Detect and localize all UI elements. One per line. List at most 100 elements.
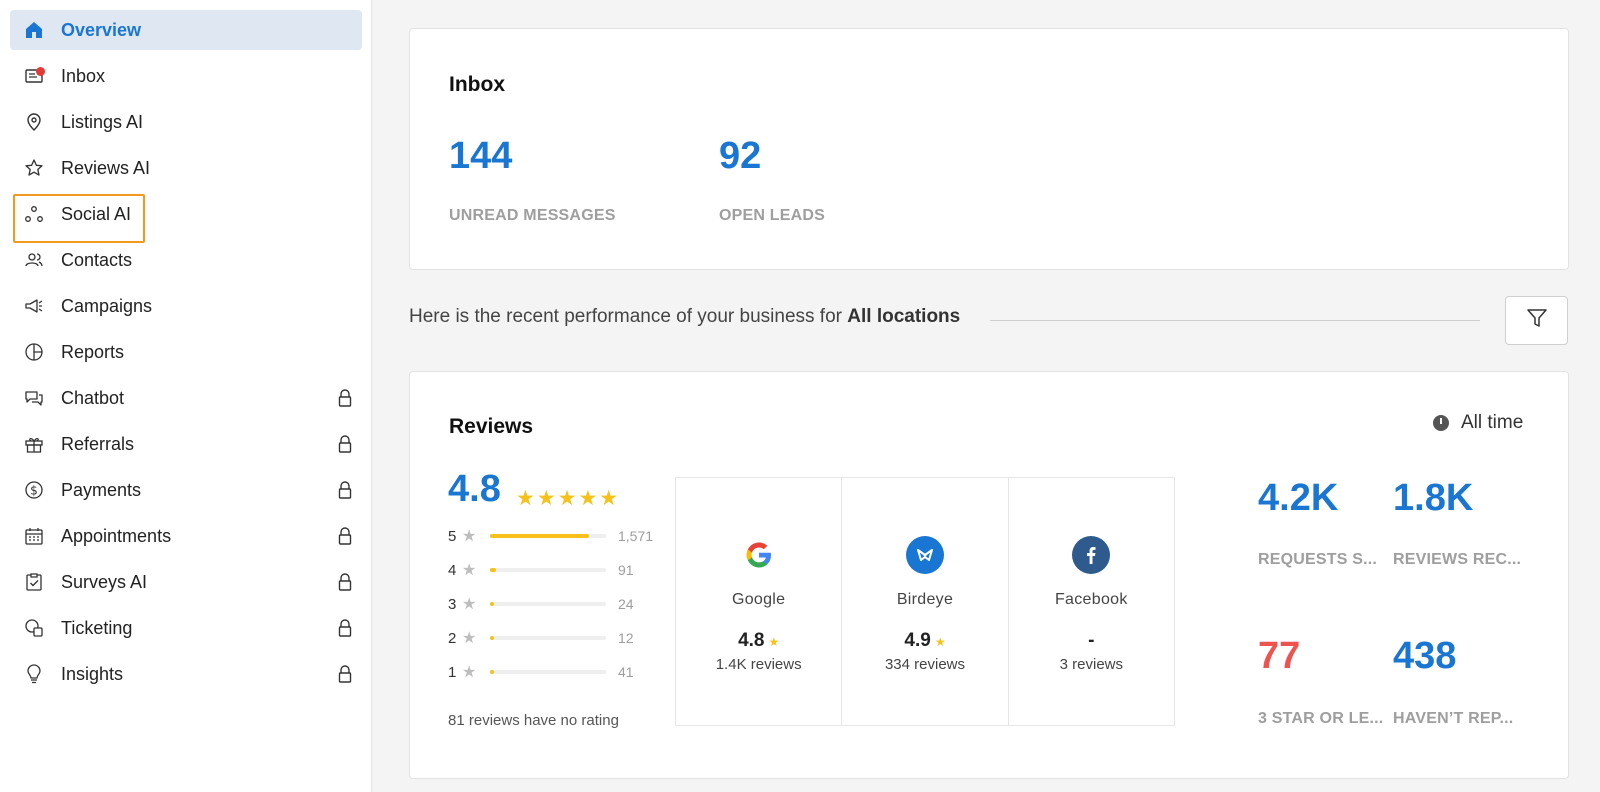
star-icon: ★ — [462, 664, 477, 681]
clock-icon — [1433, 415, 1449, 431]
sidebar-item-label: Reviews AI — [61, 158, 151, 178]
filter-button[interactable] — [1505, 296, 1568, 345]
lock-icon — [338, 619, 352, 637]
star-icon: ★ — [462, 528, 477, 545]
source-facebook[interactable]: Facebook - 3 reviews — [1009, 478, 1174, 725]
requests-sent-count[interactable]: 4.2K — [1258, 477, 1338, 520]
histogram-row: 3 ★ 24 — [448, 594, 658, 614]
source-review-count: 1.4K reviews — [715, 656, 802, 673]
reviews-received-count[interactable]: 1.8K — [1393, 477, 1473, 520]
sidebar-item-label: Appointments — [61, 526, 172, 546]
sidebar-item-contacts[interactable]: Contacts — [10, 240, 362, 280]
histogram-bar — [490, 602, 494, 606]
sidebar-item-appointments[interactable]: Appointments — [10, 516, 362, 556]
sidebar-item-label: Listings AI — [61, 112, 144, 132]
histogram-row: 5 ★ 1,571 — [448, 526, 658, 546]
time-filter-label: All time — [1461, 412, 1524, 433]
chat-bubbles-icon — [24, 388, 44, 408]
histogram-row: 1 ★ 41 — [448, 662, 658, 682]
lock-icon — [338, 665, 352, 683]
facebook-icon — [1072, 536, 1111, 574]
source-birdeye[interactable]: Birdeye 4.9 ★ 334 reviews — [842, 478, 1009, 725]
location-selector[interactable]: All locations — [847, 306, 960, 327]
star-level: 2 — [448, 630, 457, 647]
sidebar-item-reports[interactable]: Reports — [10, 332, 362, 372]
calendar-icon — [24, 526, 44, 546]
sidebar-item-overview[interactable]: Overview — [10, 10, 362, 50]
unread-messages-count[interactable]: 144 — [449, 135, 512, 178]
star-icon — [24, 158, 44, 178]
star-icon: ★ — [934, 635, 946, 649]
source-review-count: 3 reviews — [1059, 656, 1123, 673]
star-count: 91 — [618, 562, 634, 578]
sidebar-item-label: Insights — [61, 664, 124, 684]
sidebar-item-referrals[interactable]: Referrals — [10, 424, 362, 464]
star-level: 3 — [448, 596, 457, 613]
histogram-track — [490, 636, 606, 640]
histogram-bar — [490, 534, 589, 538]
sidebar-item-label: Reports — [61, 342, 125, 362]
histogram-row: 2 ★ 12 — [448, 628, 658, 648]
inbox-card: Inbox 144 UNREAD MESSAGES 92 OPEN LEADS — [409, 28, 1569, 270]
review-sources: Google 4.8 ★ 1.4K reviews Birdeye 4.9 ★ 33… — [675, 477, 1175, 726]
lightbulb-icon — [24, 664, 44, 684]
lock-icon — [338, 573, 352, 591]
star-count: 1,571 — [618, 528, 654, 544]
histogram-track — [490, 602, 606, 606]
sidebar-item-ticketing[interactable]: Ticketing — [10, 608, 362, 648]
source-review-count: 334 reviews — [884, 656, 966, 673]
performance-prefix: Here is the recent performance of your b… — [409, 306, 842, 327]
star-level: 1 — [448, 664, 457, 681]
sidebar-item-label: Social AI — [61, 204, 132, 224]
source-name: Google — [731, 591, 786, 608]
star-count: 12 — [618, 630, 634, 646]
star-level: 4 — [448, 562, 457, 579]
sidebar-item-label: Overview — [61, 20, 142, 40]
histogram-track — [490, 670, 606, 674]
home-icon — [24, 20, 44, 40]
svg-text:$: $ — [30, 484, 38, 498]
star-icon: ★ — [462, 562, 477, 579]
unread-messages-label: UNREAD MESSAGES — [449, 207, 616, 224]
star-level: 5 — [448, 528, 457, 545]
open-leads-count[interactable]: 92 — [719, 135, 761, 178]
source-rating: 4.9 ★ — [904, 630, 946, 651]
not-replied-count[interactable]: 438 — [1393, 635, 1456, 678]
time-filter-dropdown[interactable]: All time — [1433, 412, 1523, 434]
sidebar-item-insights[interactable]: Insights — [10, 654, 362, 694]
sidebar-item-reviews-ai[interactable]: Reviews AI — [10, 148, 362, 188]
source-name: Birdeye — [896, 591, 954, 608]
requests-sent-label: REQUESTS S... — [1258, 551, 1378, 568]
divider — [990, 320, 1480, 321]
lock-icon — [338, 389, 352, 407]
sidebar-item-label: Contacts — [61, 250, 133, 270]
sidebar-item-campaigns[interactable]: Campaigns — [10, 286, 362, 326]
sidebar-item-surveys-ai[interactable]: Surveys AI — [10, 562, 362, 602]
inbox-notification-badge — [36, 67, 45, 76]
sidebar-item-social-ai[interactable]: Social AI — [10, 194, 362, 234]
source-rating: - — [1088, 630, 1095, 651]
histogram-bar — [490, 636, 494, 640]
low-star-count[interactable]: 77 — [1258, 635, 1300, 678]
sidebar-item-payments[interactable]: $ Payments — [10, 470, 362, 510]
star-icon: ★ — [462, 596, 477, 613]
sidebar: Overview Inbox Listings AI Reviews AI So… — [0, 0, 372, 792]
histogram-track — [490, 568, 606, 572]
sidebar-item-label: Chatbot — [61, 388, 125, 408]
sidebar-item-inbox[interactable]: Inbox — [10, 56, 362, 96]
source-rating: 4.8 ★ — [738, 630, 780, 651]
google-icon — [740, 536, 778, 574]
source-google[interactable]: Google 4.8 ★ 1.4K reviews — [676, 478, 843, 725]
sidebar-item-label: Surveys AI — [61, 572, 148, 592]
lock-icon — [338, 481, 352, 499]
gift-icon — [24, 434, 44, 454]
sidebar-item-listings-ai[interactable]: Listings AI — [10, 102, 362, 142]
sidebar-item-label: Inbox — [61, 66, 106, 86]
histogram-track — [490, 534, 606, 538]
rating-stars: ★★★★★ — [516, 487, 621, 510]
social-nodes-icon — [24, 204, 44, 224]
performance-caption: Here is the recent performance of your b… — [409, 306, 960, 328]
sidebar-item-chatbot[interactable]: Chatbot — [10, 378, 362, 418]
lock-icon — [338, 527, 352, 545]
dollar-icon: $ — [24, 480, 44, 500]
